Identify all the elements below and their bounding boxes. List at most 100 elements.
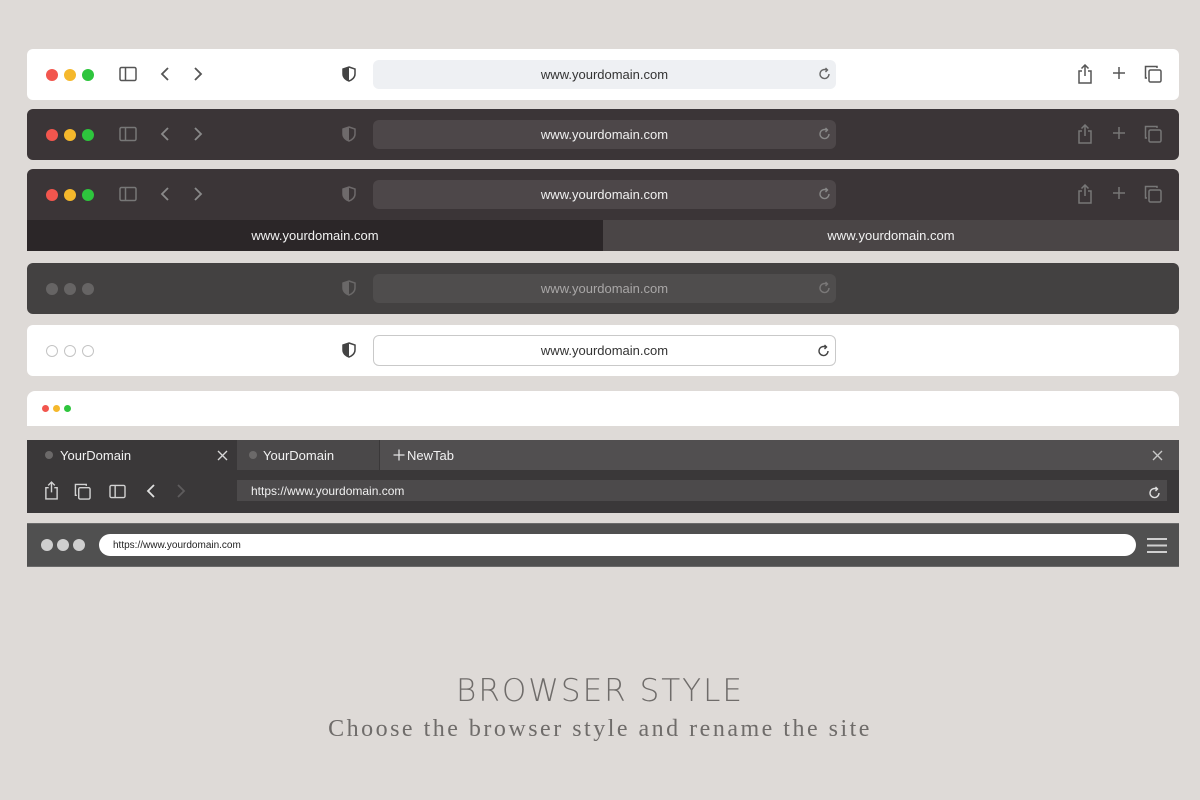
close-window-button[interactable]	[46, 283, 58, 295]
shield-icon[interactable]	[342, 126, 356, 142]
window-controls	[41, 539, 85, 551]
back-icon[interactable]	[160, 126, 170, 142]
caption-subtitle: Choose the browser style and rename the …	[328, 716, 872, 742]
sidebar-icon[interactable]	[109, 484, 126, 499]
address-bar[interactable]: https://www.yourdomain.com	[237, 480, 1167, 501]
address-bar[interactable]: www.yourdomain.com	[373, 180, 836, 209]
browser-bar-light: www.yourdomain.com	[27, 49, 1179, 100]
sidebar-icon[interactable]	[119, 186, 137, 202]
close-window-button[interactable]	[46, 129, 58, 141]
new-tab-button[interactable]: NewTab	[393, 440, 493, 470]
minimize-window-button[interactable]	[64, 345, 76, 357]
share-icon[interactable]	[1077, 64, 1093, 84]
reload-icon[interactable]	[818, 187, 831, 204]
address-bar[interactable]: https://www.yourdomain.com	[99, 534, 1136, 556]
plus-icon[interactable]	[1112, 186, 1126, 200]
browser-bar-white: www.yourdomain.com	[27, 325, 1179, 376]
tabs-icon[interactable]	[1144, 125, 1162, 143]
tab-active[interactable]: www.yourdomain.com	[27, 220, 603, 251]
shield-icon[interactable]	[342, 66, 356, 82]
minimize-window-button[interactable]	[64, 69, 76, 81]
sidebar-icon[interactable]	[119, 66, 137, 82]
close-window-button[interactable]	[46, 69, 58, 81]
minimize-window-button[interactable]	[53, 405, 60, 412]
favicon-dot	[45, 451, 53, 459]
address-bar[interactable]: www.yourdomain.com	[373, 335, 836, 366]
zoom-window-button[interactable]	[82, 69, 94, 81]
shield-icon[interactable]	[342, 186, 356, 202]
window-controls	[46, 69, 94, 81]
sidebar-icon[interactable]	[119, 126, 137, 142]
back-icon[interactable]	[160, 186, 170, 202]
close-window-button[interactable]	[46, 189, 58, 201]
tab-label: www.yourdomain.com	[827, 228, 955, 243]
address-text: www.yourdomain.com	[540, 127, 669, 142]
shield-icon[interactable]	[342, 280, 356, 296]
favicon-dot	[249, 451, 257, 459]
reload-icon[interactable]	[818, 281, 831, 298]
back-icon[interactable]	[160, 66, 170, 82]
address-text: www.yourdomain.com	[540, 67, 669, 82]
tabs-icon[interactable]	[1144, 65, 1162, 83]
address-bar[interactable]: www.yourdomain.com	[373, 120, 836, 149]
address-bar[interactable]: www.yourdomain.com	[373, 274, 836, 303]
address-text: https://www.yourdomain.com	[113, 539, 241, 551]
browser-bar-pill: https://www.yourdomain.com	[27, 523, 1179, 567]
hamburger-icon[interactable]	[1147, 538, 1167, 553]
minimize-window-button[interactable]	[64, 283, 76, 295]
shield-icon[interactable]	[342, 342, 356, 358]
close-window-button[interactable]	[42, 405, 49, 412]
zoom-window-button[interactable]	[73, 539, 85, 551]
zoom-window-button[interactable]	[82, 189, 94, 201]
forward-icon[interactable]	[193, 126, 203, 142]
window-controls	[46, 283, 94, 295]
address-text: www.yourdomain.com	[540, 281, 669, 296]
zoom-window-button[interactable]	[82, 283, 94, 295]
plus-icon[interactable]	[1112, 66, 1126, 80]
minimize-window-button[interactable]	[64, 189, 76, 201]
plus-icon	[393, 449, 405, 461]
tab-label: www.yourdomain.com	[251, 228, 379, 243]
zoom-window-button[interactable]	[82, 345, 94, 357]
tab-label: YourDomain	[60, 447, 132, 463]
tabs-icon[interactable]	[74, 483, 91, 500]
plus-icon[interactable]	[1112, 126, 1126, 140]
tab-active[interactable]: YourDomain	[27, 440, 237, 470]
tab-inactive[interactable]: YourDomain	[237, 440, 380, 470]
window-controls	[42, 405, 71, 412]
minimize-window-button[interactable]	[57, 539, 69, 551]
share-icon[interactable]	[1077, 124, 1093, 144]
new-tab-label: NewTab	[407, 447, 454, 463]
forward-icon[interactable]	[193, 186, 203, 202]
address-bar[interactable]: www.yourdomain.com	[373, 60, 836, 89]
window-controls	[46, 345, 94, 357]
forward-icon[interactable]	[176, 483, 186, 499]
share-icon[interactable]	[1077, 184, 1093, 204]
share-icon[interactable]	[44, 481, 59, 500]
zoom-window-button[interactable]	[64, 405, 71, 412]
reload-icon[interactable]	[1148, 486, 1161, 503]
tabs-icon[interactable]	[1144, 185, 1162, 203]
browser-bar-dark: www.yourdomain.com	[27, 109, 1179, 160]
address-text: www.yourdomain.com	[540, 187, 669, 202]
tab-inactive[interactable]: www.yourdomain.com	[603, 220, 1179, 251]
minimize-window-button[interactable]	[64, 129, 76, 141]
reload-icon[interactable]	[817, 344, 830, 361]
reload-icon[interactable]	[818, 67, 831, 84]
window-controls	[46, 129, 94, 141]
close-icon[interactable]	[217, 449, 228, 464]
zoom-window-button[interactable]	[82, 129, 94, 141]
caption-title: BROWSER STYLE	[456, 673, 744, 709]
browser-bar-dark-tabs: www.yourdomain.com www.yourdomain.com ww…	[27, 169, 1179, 251]
reload-icon[interactable]	[818, 127, 831, 144]
close-icon[interactable]	[1152, 450, 1163, 461]
forward-icon[interactable]	[193, 66, 203, 82]
back-icon[interactable]	[146, 483, 156, 499]
tab-label: YourDomain	[263, 447, 335, 463]
close-window-button[interactable]	[46, 345, 58, 357]
address-text: https://www.yourdomain.com	[251, 483, 405, 498]
address-text: www.yourdomain.com	[540, 343, 669, 358]
browser-bar-slim	[27, 391, 1179, 426]
browser-bar-gray: www.yourdomain.com	[27, 263, 1179, 314]
close-window-button[interactable]	[41, 539, 53, 551]
